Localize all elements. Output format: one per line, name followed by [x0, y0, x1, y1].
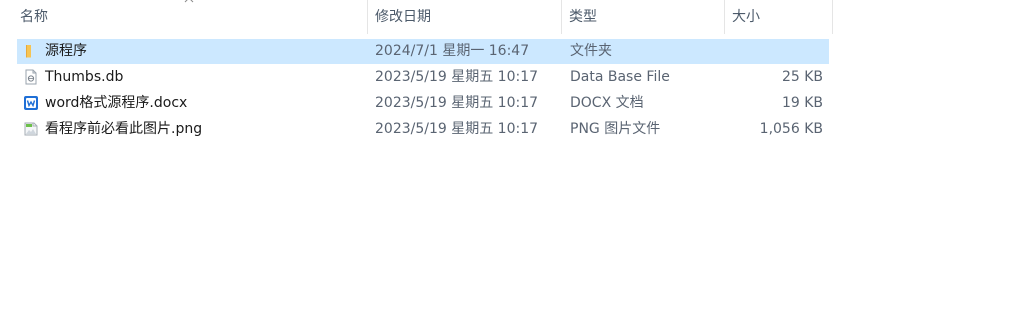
file-date: 2023/5/19 星期五 10:17: [375, 95, 539, 111]
file-row-png[interactable]: 看程序前必看此图片.png 2023/5/19 星期五 10:17 PNG 图片…: [17, 117, 829, 142]
column-header-size-label: 大小: [732, 9, 760, 25]
column-header-type-label: 类型: [569, 9, 597, 25]
column-header: 名称 修改日期 类型 大小: [0, 0, 1024, 34]
file-row-thumbs-db[interactable]: Thumbs.db 2023/5/19 星期五 10:17 Data Base …: [17, 65, 829, 90]
image-file-icon: [24, 122, 38, 136]
column-divider[interactable]: [561, 0, 562, 34]
file-name[interactable]: word格式源程序.docx: [45, 91, 187, 116]
file-type: PNG 图片文件: [570, 121, 661, 137]
file-date: 2024/7/1 星期一 16:47: [375, 43, 530, 59]
file-date: 2023/5/19 星期五 10:17: [375, 121, 539, 137]
column-header-size[interactable]: 大小: [726, 0, 832, 34]
file-name[interactable]: Thumbs.db: [45, 65, 123, 90]
file-type: DOCX 文档: [570, 95, 644, 111]
column-header-date[interactable]: 修改日期: [369, 0, 563, 34]
file-size: 19 KB: [781, 95, 823, 111]
column-divider[interactable]: [832, 0, 833, 34]
file-row-folder[interactable]: 源程序 2024/7/1 星期一 16:47 文件夹: [17, 39, 829, 64]
file-name[interactable]: 源程序: [45, 39, 87, 64]
db-file-icon: [25, 69, 37, 85]
file-size: 1,056 KB: [759, 121, 823, 137]
column-header-type[interactable]: 类型: [563, 0, 725, 34]
column-divider[interactable]: [367, 0, 368, 34]
column-header-name-label: 名称: [20, 9, 48, 25]
file-size: 25 KB: [781, 69, 823, 85]
file-name[interactable]: 看程序前必看此图片.png: [45, 117, 202, 142]
file-date: 2023/5/19 星期五 10:17: [375, 69, 539, 85]
file-row-docx[interactable]: word格式源程序.docx 2023/5/19 星期五 10:17 DOCX …: [17, 91, 829, 116]
word-doc-icon: [24, 96, 38, 110]
file-type: 文件夹: [570, 43, 612, 59]
sort-ascending-icon: [184, 0, 194, 3]
column-divider[interactable]: [724, 0, 725, 34]
folder-icon: [26, 45, 31, 58]
file-type: Data Base File: [570, 69, 670, 85]
column-header-date-label: 修改日期: [375, 9, 431, 25]
